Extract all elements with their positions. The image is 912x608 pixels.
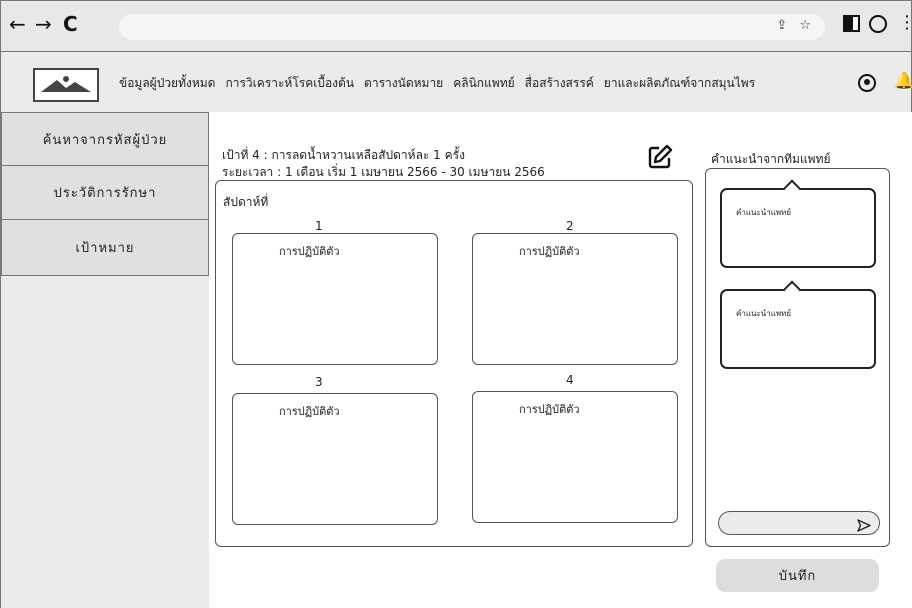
app-header: ข้อมูลผู้ป่วยทั้งหมด การวิเคราะห์โรคเบื้…: [0, 52, 912, 112]
forward-arrow-icon[interactable]: →: [35, 13, 52, 35]
week-practice-label: การปฏิบัติตัว: [279, 405, 340, 418]
week-number: 1: [315, 219, 323, 233]
nav-appointments[interactable]: ตารางนัดหมาย: [364, 74, 443, 93]
week-card-1[interactable]: การปฏิบัติตัว: [232, 233, 438, 365]
nav-all-patients[interactable]: ข้อมูลผู้ป่วยทั้งหมด: [119, 74, 215, 93]
share-bookmark-icons[interactable]: ⇪ ☆: [776, 18, 815, 33]
weeks-panel: สัปดาห์ที่ 1 การปฏิบัติตัว 2 การปฏิบัติต…: [215, 180, 693, 547]
save-button[interactable]: บันทึก: [716, 559, 879, 592]
week-number: 3: [315, 375, 323, 389]
week-number: 4: [566, 373, 574, 387]
nav-clinic[interactable]: คลินิกแพทย์: [453, 74, 514, 93]
user-circle-icon[interactable]: [858, 74, 876, 92]
main-nav: ข้อมูลผู้ป่วยทั้งหมด การวิเคราะห์โรคเบื้…: [119, 74, 755, 93]
week-practice-label: การปฏิบัติตัว: [519, 403, 580, 416]
bell-icon[interactable]: 🔔: [894, 71, 912, 90]
week-practice-label: การปฏิบัติตัว: [279, 245, 340, 258]
week-card-3[interactable]: การปฏิบัติตัว: [232, 393, 438, 525]
sidebar-item-search-patient[interactable]: ค้นหาจากรหัสผู้ป่วย: [1, 112, 209, 166]
nav-preliminary-analysis[interactable]: การวิเคราะห์โรคเบื้องต้น: [225, 74, 354, 93]
sidebar-item-goals[interactable]: เป้าหมาย: [1, 220, 209, 276]
sidebar: ค้นหาจากรหัสผู้ป่วย ประวัติการรักษา เป้า…: [0, 112, 209, 608]
advice-panel: คำแนะนำแพทย์ คำแนะนำแพทย์: [705, 168, 890, 547]
nav-creative-media[interactable]: สื่อสร้างสรรค์: [525, 74, 594, 93]
nav-herbal-products[interactable]: ยาและผลิตภัณฑ์จากสมุนไพร: [604, 74, 755, 93]
image-placeholder-icon: [33, 68, 99, 102]
week-card-4[interactable]: การปฏิบัติตัว: [472, 391, 678, 523]
back-arrow-icon[interactable]: ←: [9, 13, 26, 35]
advice-title: คำแนะนำจากทีมแพทย์: [711, 152, 831, 166]
sidebar-item-treatment-history[interactable]: ประวัติการรักษา: [1, 166, 209, 220]
week-number: 2: [566, 219, 574, 233]
week-practice-label: การปฏิบัติตัว: [519, 245, 580, 258]
side-panel-icon[interactable]: [843, 15, 860, 32]
advice-message-input[interactable]: [718, 511, 880, 535]
doctor-advice-text: คำแนะนำแพทย์: [736, 309, 792, 318]
address-bar[interactable]: ⇪ ☆: [119, 14, 825, 40]
browser-menu-icon[interactable]: ⋮: [898, 14, 912, 32]
send-icon[interactable]: [857, 517, 871, 532]
doctor-advice-text: คำแนะนำแพทย์: [736, 208, 792, 217]
browser-toolbar: ← → C ⇪ ☆ ⋮: [0, 0, 912, 52]
doctor-advice-bubble: คำแนะนำแพทย์: [720, 188, 876, 268]
doctor-advice-bubble: คำแนะนำแพทย์: [720, 289, 876, 369]
edit-icon[interactable]: [647, 144, 673, 170]
profile-icon[interactable]: [869, 15, 887, 33]
reload-icon[interactable]: C: [63, 13, 78, 35]
week-card-2[interactable]: การปฏิบัติตัว: [472, 233, 678, 365]
weeks-label: สัปดาห์ที่: [223, 195, 269, 209]
